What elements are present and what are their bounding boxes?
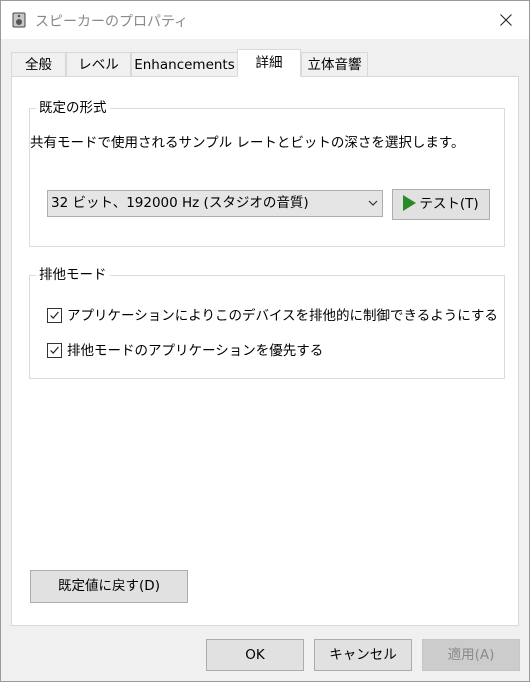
tab-enhancements[interactable]: Enhancements <box>131 52 238 76</box>
tab-general[interactable]: 全般 <box>11 52 66 76</box>
speaker-icon <box>12 12 26 28</box>
ok-button[interactable]: OK <box>206 639 304 671</box>
default-format-label: 既定の形式 <box>36 99 110 117</box>
title-bar: スピーカーのプロパティ <box>1 1 529 39</box>
window-title: スピーカーのプロパティ <box>35 14 189 30</box>
priority-exclusive-checkbox[interactable] <box>47 343 62 358</box>
chevron-down-icon <box>368 200 378 206</box>
advanced-panel: 既定の形式 共有モードで使用されるサンプル レートとビットの深さを選択します。 … <box>11 76 519 626</box>
tab-levels[interactable]: レベル <box>66 52 131 76</box>
speaker-properties-dialog: スピーカーのプロパティ 全般 レベル Enhancements 詳細 立体音響 … <box>0 0 530 682</box>
tab-spatial-sound[interactable]: 立体音響 <box>301 52 368 76</box>
test-button-label: テスト(T) <box>419 196 479 212</box>
allow-exclusive-checkbox[interactable] <box>47 308 62 323</box>
exclusive-mode-label: 排他モード <box>36 266 110 284</box>
test-button[interactable]: テスト(T) <box>392 189 490 220</box>
tab-strip: 全般 レベル Enhancements 詳細 立体音響 <box>11 49 519 77</box>
allow-exclusive-label: アプリケーションによりこのデバイスを排他的に制御できるようにする <box>67 308 498 324</box>
sample-rate-value: 32 ビット、192000 Hz (スタジオの音質) <box>51 195 309 211</box>
play-icon <box>403 195 417 211</box>
exclusive-mode-group: 排他モード <box>29 266 505 379</box>
sample-rate-select[interactable]: 32 ビット、192000 Hz (スタジオの音質) <box>47 190 383 217</box>
restore-defaults-button[interactable]: 既定値に戻す(D) <box>30 570 188 603</box>
default-format-description: 共有モードで使用されるサンプル レートとビットの深さを選択します。 <box>30 135 465 151</box>
tab-advanced[interactable]: 詳細 <box>237 49 301 77</box>
close-icon <box>500 14 512 26</box>
cancel-button[interactable]: キャンセル <box>314 639 412 671</box>
close-button[interactable] <box>483 1 529 39</box>
default-format-group: 既定の形式 <box>29 99 505 247</box>
priority-exclusive-label: 排他モードのアプリケーションを優先する <box>67 343 324 359</box>
apply-button[interactable]: 適用(A) <box>422 639 520 671</box>
